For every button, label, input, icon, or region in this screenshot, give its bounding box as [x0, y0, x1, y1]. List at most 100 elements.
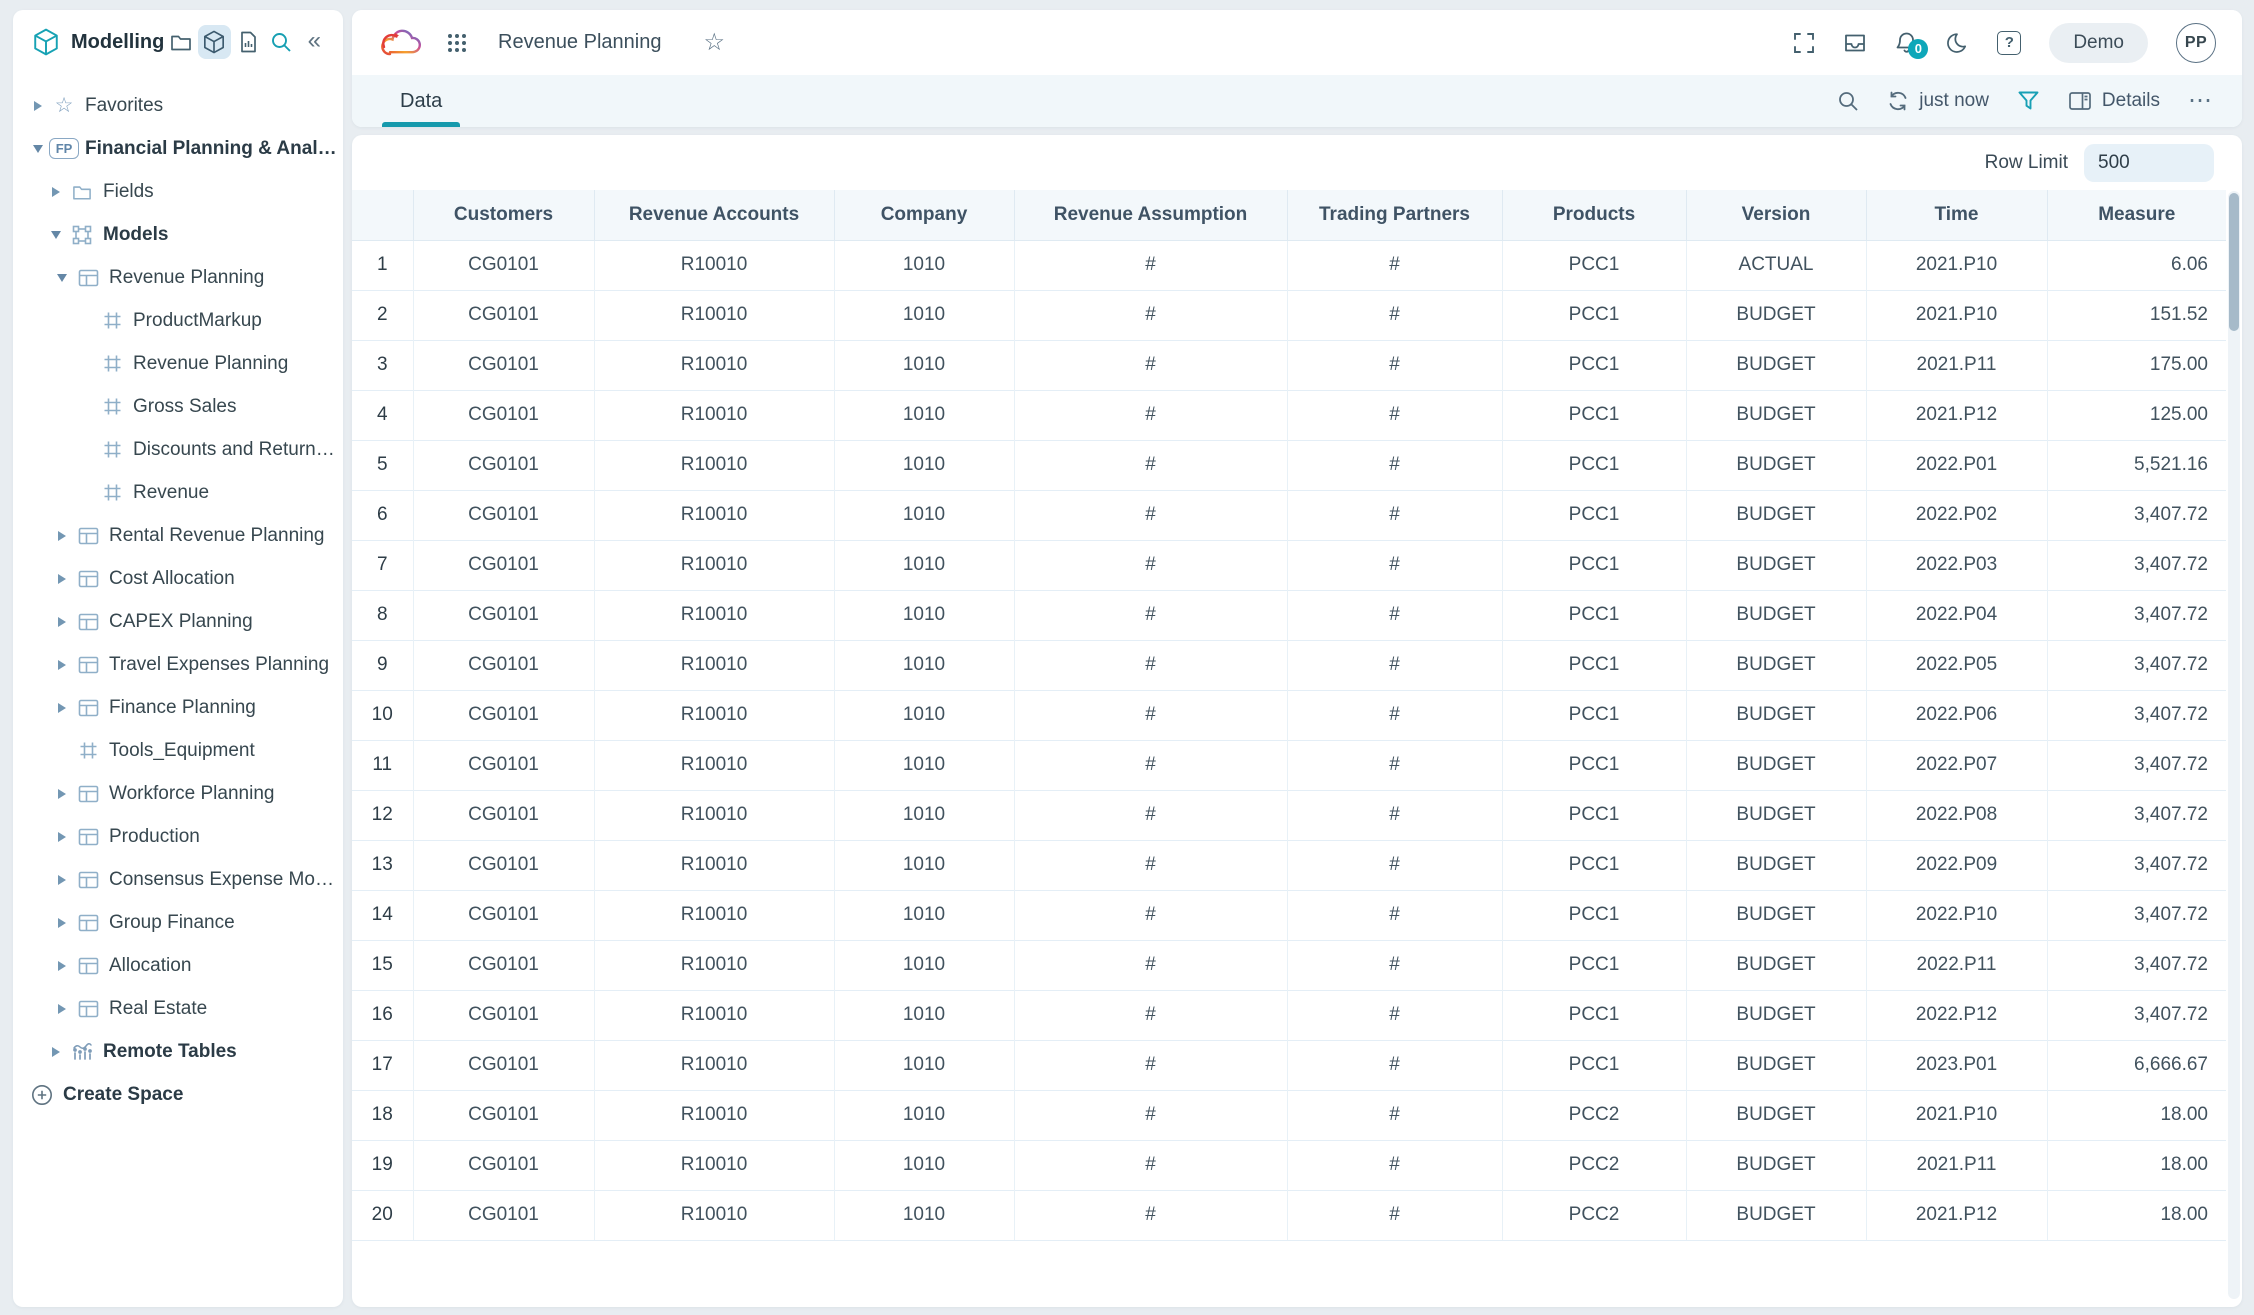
table-cell[interactable]: 151.52 [2047, 290, 2226, 340]
table-cell[interactable]: PCC1 [1502, 790, 1686, 840]
table-cell[interactable]: 3,407.72 [2047, 940, 2226, 990]
table-cell[interactable]: 3,407.72 [2047, 740, 2226, 790]
table-cell[interactable]: BUDGET [1686, 340, 1866, 390]
table-cell[interactable]: 1010 [834, 740, 1014, 790]
table-cell[interactable]: 1010 [834, 840, 1014, 890]
table-cell[interactable]: 1010 [834, 940, 1014, 990]
table-cell[interactable]: 3,407.72 [2047, 540, 2226, 590]
table-cell[interactable]: CG0101 [413, 290, 594, 340]
table-cell[interactable]: 1010 [834, 640, 1014, 690]
table-cell[interactable]: PCC1 [1502, 840, 1686, 890]
row-limit-input[interactable] [2084, 144, 2214, 182]
table-cell[interactable]: CG0101 [413, 1040, 594, 1090]
sidebar-item-group-finance[interactable]: Group Finance [13, 901, 343, 944]
column-header-customers[interactable]: Customers [413, 190, 594, 240]
table-cell[interactable]: # [1014, 1140, 1287, 1190]
model-cube-icon[interactable] [198, 25, 231, 59]
table-cell[interactable]: # [1287, 1140, 1502, 1190]
column-header-time[interactable]: Time [1866, 190, 2047, 240]
table-cell[interactable]: ACTUAL [1686, 240, 1866, 290]
chevron-right-icon[interactable] [51, 617, 73, 627]
chevron-right-icon[interactable] [45, 1047, 67, 1057]
table-cell[interactable]: PCC1 [1502, 290, 1686, 340]
table-cell[interactable]: 2022.P03 [1866, 540, 2047, 590]
sidebar-item-finance-planning[interactable]: Finance Planning [13, 686, 343, 729]
table-cell[interactable]: CG0101 [413, 890, 594, 940]
table-cell[interactable]: PCC1 [1502, 740, 1686, 790]
table-cell[interactable]: 1010 [834, 790, 1014, 840]
column-header-products[interactable]: Products [1502, 190, 1686, 240]
table-cell[interactable]: 1010 [834, 390, 1014, 440]
sidebar-item-travel-expenses-planning[interactable]: Travel Expenses Planning [13, 643, 343, 686]
table-cell[interactable]: 1010 [834, 1090, 1014, 1140]
table-cell[interactable]: # [1014, 690, 1287, 740]
table-cell[interactable]: # [1287, 1190, 1502, 1240]
chevron-right-icon[interactable] [51, 918, 73, 928]
table-cell[interactable]: R10010 [594, 840, 834, 890]
chevron-right-icon[interactable] [51, 703, 73, 713]
column-header-trading-partners[interactable]: Trading Partners [1287, 190, 1502, 240]
table-cell[interactable]: R10010 [594, 490, 834, 540]
table-cell[interactable]: PCC1 [1502, 490, 1686, 540]
table-cell[interactable]: 2021.P11 [1866, 340, 2047, 390]
table-cell[interactable]: 1010 [834, 1140, 1014, 1190]
table-cell[interactable]: CG0101 [413, 390, 594, 440]
table-cell[interactable]: R10010 [594, 1090, 834, 1140]
table-cell[interactable]: # [1287, 490, 1502, 540]
table-cell[interactable]: PCC2 [1502, 1090, 1686, 1140]
table-cell[interactable]: # [1014, 390, 1287, 440]
table-cell[interactable]: 2022.P10 [1866, 890, 2047, 940]
cloud-logo-icon[interactable] [376, 27, 422, 59]
table-cell[interactable]: 1010 [834, 590, 1014, 640]
chevron-down-icon[interactable] [45, 231, 67, 239]
table-cell[interactable]: R10010 [594, 940, 834, 990]
table-cell[interactable]: # [1287, 840, 1502, 890]
table-cell[interactable]: BUDGET [1686, 990, 1866, 1040]
sidebar-item-models[interactable]: Models [13, 213, 343, 256]
table-cell[interactable]: 18.00 [2047, 1140, 2226, 1190]
table-cell[interactable]: # [1287, 440, 1502, 490]
table-cell[interactable]: # [1014, 440, 1287, 490]
report-icon[interactable] [231, 25, 264, 59]
table-cell[interactable]: 3,407.72 [2047, 790, 2226, 840]
table-cell[interactable]: 1010 [834, 890, 1014, 940]
table-cell[interactable]: R10010 [594, 890, 834, 940]
sidebar-item-revenue-planning[interactable]: Revenue Planning [13, 256, 343, 299]
table-cell[interactable]: CG0101 [413, 1140, 594, 1190]
sidebar-item-production[interactable]: Production [13, 815, 343, 858]
table-cell[interactable]: 2021.P10 [1866, 290, 2047, 340]
table-cell[interactable]: R10010 [594, 740, 834, 790]
table-cell[interactable]: BUDGET [1686, 1190, 1866, 1240]
table-cell[interactable]: # [1014, 290, 1287, 340]
table-cell[interactable]: CG0101 [413, 790, 594, 840]
table-cell[interactable]: 175.00 [2047, 340, 2226, 390]
table-cell[interactable]: 6,666.67 [2047, 1040, 2226, 1090]
sidebar-item-favorites[interactable]: ☆Favorites [13, 84, 343, 127]
column-header-company[interactable]: Company [834, 190, 1014, 240]
table-cell[interactable]: PCC1 [1502, 240, 1686, 290]
table-cell[interactable]: 3,407.72 [2047, 840, 2226, 890]
table-cell[interactable]: BUDGET [1686, 740, 1866, 790]
table-cell[interactable]: BUDGET [1686, 890, 1866, 940]
column-header-version[interactable]: Version [1686, 190, 1866, 240]
search-icon[interactable] [264, 25, 297, 59]
table-cell[interactable]: 2022.P05 [1866, 640, 2047, 690]
tab-data[interactable]: Data [382, 75, 460, 127]
table-cell[interactable]: PCC1 [1502, 640, 1686, 690]
table-cell[interactable]: R10010 [594, 390, 834, 440]
collapse-double-chevron-icon[interactable]: « [298, 25, 331, 59]
table-cell[interactable]: BUDGET [1686, 440, 1866, 490]
table-cell[interactable]: 3,407.72 [2047, 490, 2226, 540]
table-cell[interactable]: R10010 [594, 540, 834, 590]
table-cell[interactable]: BUDGET [1686, 390, 1866, 440]
table-cell[interactable]: 2022.P06 [1866, 690, 2047, 740]
moon-icon[interactable] [1946, 31, 1969, 55]
table-cell[interactable]: CG0101 [413, 590, 594, 640]
table-cell[interactable]: 2022.P11 [1866, 940, 2047, 990]
table-cell[interactable]: # [1287, 890, 1502, 940]
table-cell[interactable]: # [1014, 540, 1287, 590]
chevron-right-icon[interactable] [51, 875, 73, 885]
table-cell[interactable]: 3,407.72 [2047, 690, 2226, 740]
table-cell[interactable]: 2023.P01 [1866, 1040, 2047, 1090]
table-cell[interactable]: 1010 [834, 990, 1014, 1040]
